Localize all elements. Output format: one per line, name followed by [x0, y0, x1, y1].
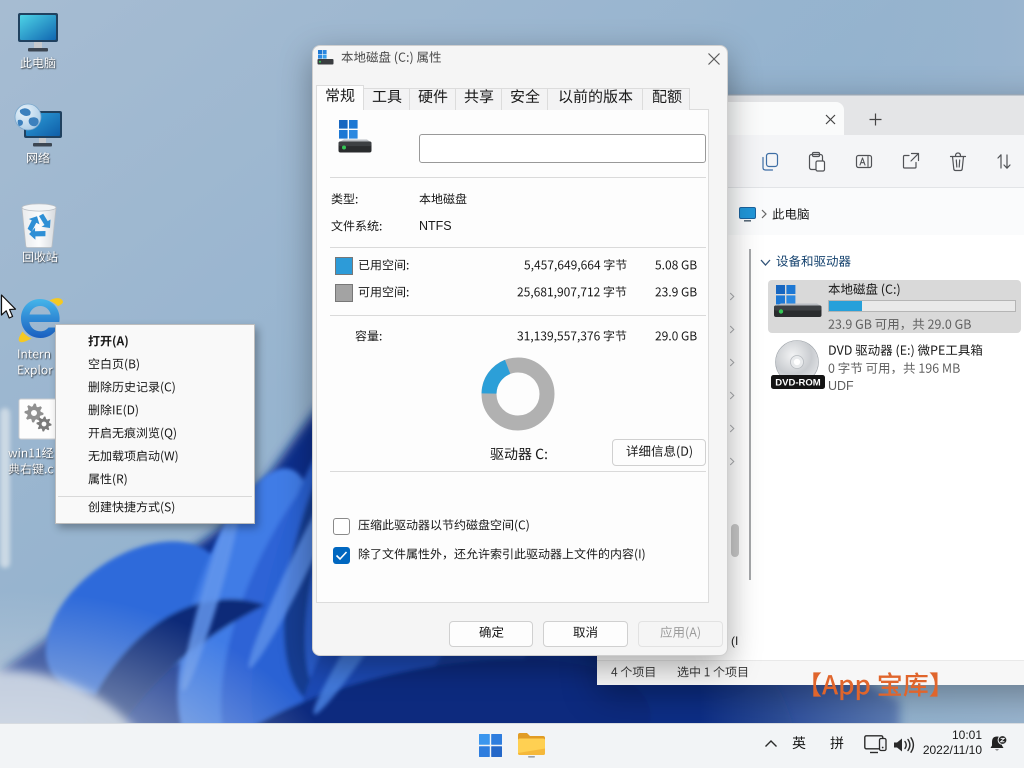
- svg-text:DVD-ROM: DVD-ROM: [775, 378, 820, 389]
